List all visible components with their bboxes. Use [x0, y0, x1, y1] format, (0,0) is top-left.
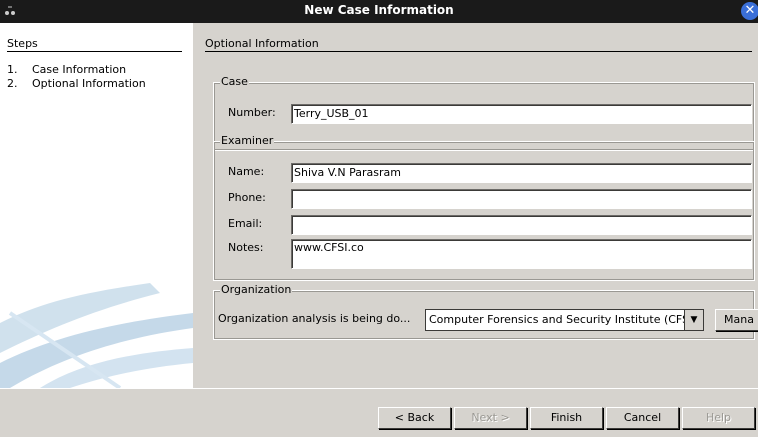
examiner-legend: Examiner	[220, 134, 275, 147]
finish-button[interactable]: Finish	[530, 407, 603, 429]
step-label: Optional Information	[32, 77, 146, 90]
steps-list: 1. Case Information 2. Optional Informatio…	[7, 63, 146, 91]
name-label: Name:	[228, 165, 265, 178]
help-button[interactable]: Help	[682, 407, 755, 429]
next-button[interactable]: Next >	[454, 407, 527, 429]
email-label: Email:	[228, 217, 263, 230]
content-panel: Optional Information Case Number: Terry_…	[193, 23, 758, 388]
step-label: Case Information	[32, 63, 127, 76]
organization-selected-value: Computer Forensics and Security Institut…	[429, 313, 697, 326]
case-number-field[interactable]: Terry_USB_01	[291, 104, 752, 124]
number-label: Number:	[228, 106, 276, 119]
button-bar: < Back Next > Finish Cancel Help	[0, 388, 758, 437]
steps-heading: Steps	[7, 37, 182, 52]
case-legend: Case	[220, 75, 249, 88]
decorative-wave-graphic	[0, 283, 193, 388]
title-bar: New Case Information ✕	[0, 0, 758, 23]
step-item: 2. Optional Information	[7, 77, 146, 91]
organization-legend: Organization	[220, 283, 293, 296]
examiner-group: Examiner Name: Shiva V.N Parasram Phone:…	[213, 134, 755, 281]
step-number: 2.	[7, 77, 18, 90]
step-item: 1. Case Information	[7, 63, 146, 77]
window-title: New Case Information	[304, 3, 454, 17]
step-number: 1.	[7, 63, 18, 76]
notes-label: Notes:	[228, 241, 264, 254]
page-title: Optional Information	[205, 37, 752, 52]
name-field[interactable]: Shiva V.N Parasram	[291, 163, 752, 183]
phone-label: Phone:	[228, 191, 266, 204]
back-button[interactable]: < Back	[378, 407, 451, 429]
organization-select[interactable]: Computer Forensics and Security Institut…	[425, 309, 704, 331]
notes-field[interactable]: www.CFSI.co	[291, 239, 752, 269]
chevron-down-icon[interactable]: ▼	[684, 310, 703, 330]
organization-group: Organization Organization analysis is be…	[213, 283, 758, 340]
organization-label: Organization analysis is being do...	[218, 312, 411, 325]
cancel-button[interactable]: Cancel	[606, 407, 679, 429]
close-icon[interactable]: ✕	[741, 2, 758, 20]
steps-panel: Steps 1. Case Information 2. Optional Info…	[0, 23, 193, 388]
phone-field[interactable]	[291, 189, 752, 209]
email-field[interactable]	[291, 215, 752, 235]
manage-organizations-button[interactable]: Mana	[715, 309, 758, 331]
